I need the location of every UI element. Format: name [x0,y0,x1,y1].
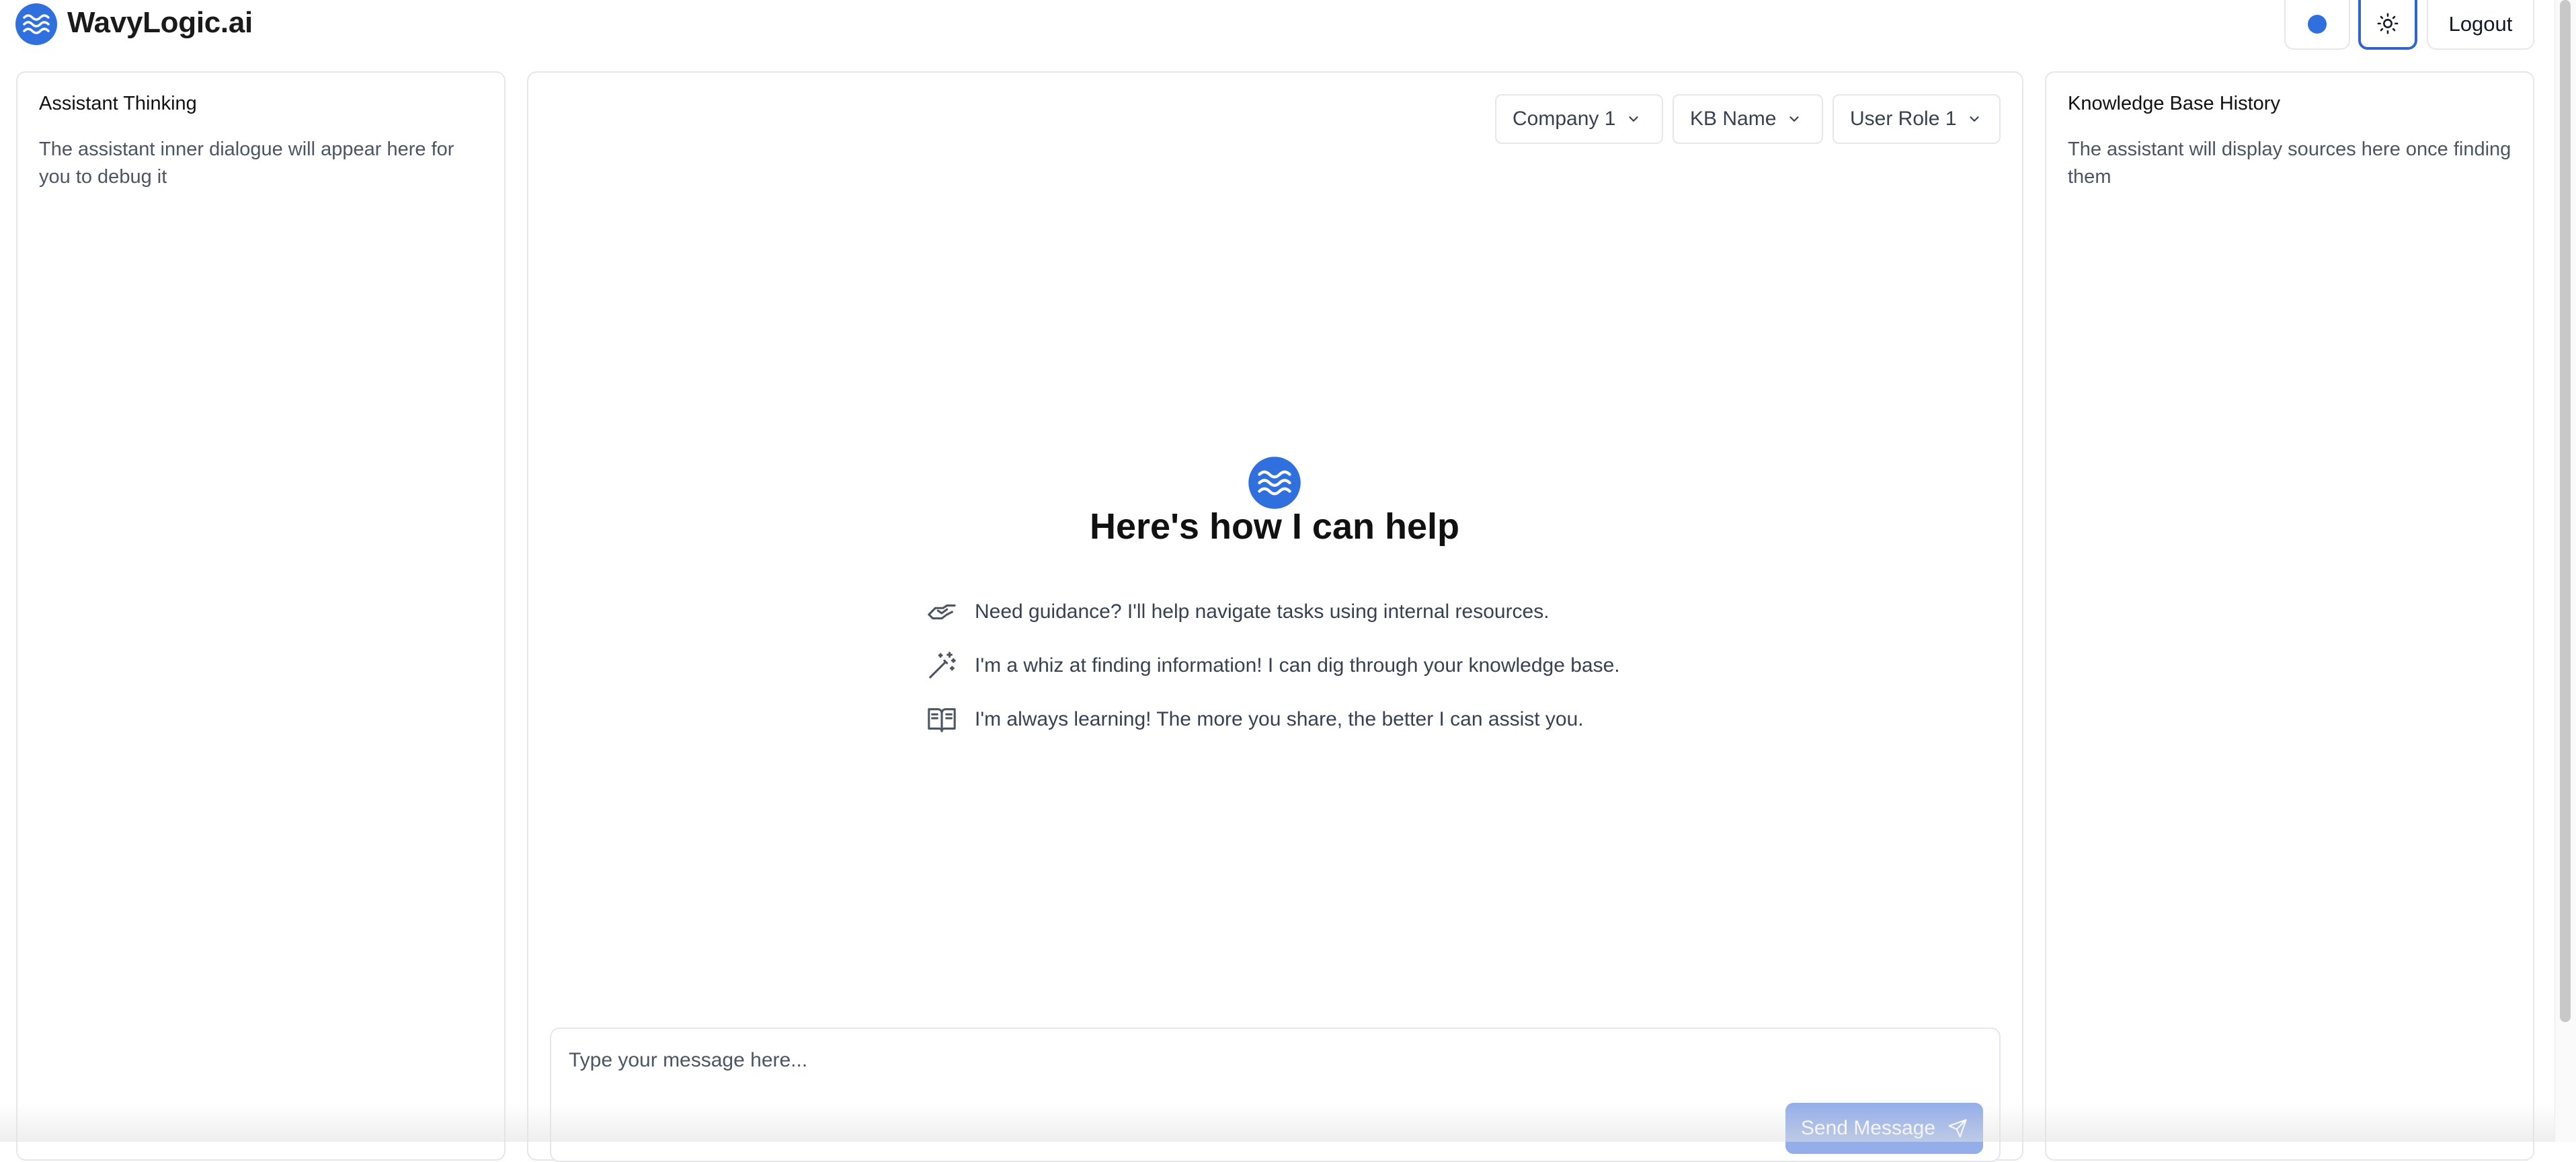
help-item: I'm always learning! The more you share,… [925,699,1584,740]
send-button-label: Send Message [1800,1117,1936,1139]
panel-description: The assistant will display sources here … [2068,139,2511,188]
chevron-down-icon [1967,112,1982,126]
intro-title: Here's how I can help [1090,506,1459,547]
brand-logo-icon [15,3,58,46]
user-role-dropdown-label: User Role 1 [1850,108,1957,130]
company-dropdown[interactable]: Company 1 [1495,94,1663,144]
assistant-logo-icon [1248,456,1301,510]
panel-description: The assistant inner dialogue will appear… [39,139,454,188]
open-book-icon [925,703,959,736]
handshake-icon [925,595,959,629]
help-item: Need guidance? I'll help navigate tasks … [925,592,1549,632]
panel-title: Assistant Thinking [39,93,197,114]
theme-toggle-button[interactable] [2358,0,2417,50]
message-input[interactable] [569,1044,1974,1077]
chevron-down-icon [1787,112,1802,126]
page-scrollbar-thumb[interactable] [2560,0,2571,1022]
help-item-text: I'm a whiz at finding information! I can… [975,654,1620,676]
kb-dropdown[interactable]: KB Name [1673,94,1823,144]
send-icon [1947,1118,1968,1138]
company-dropdown-label: Company 1 [1513,108,1616,130]
panel-title: Knowledge Base History [2068,93,2280,114]
kb-dropdown-label: KB Name [1690,108,1777,130]
logout-button[interactable]: Logout [2427,0,2534,50]
magic-wand-icon [925,649,959,683]
user-role-dropdown[interactable]: User Role 1 [1833,94,2001,144]
knowledge-base-history-panel: Knowledge Base History The assistant wil… [2045,71,2534,1161]
assistant-thinking-panel: Assistant Thinking The assistant inner d… [16,71,506,1161]
status-dot-icon [2308,15,2327,34]
status-button[interactable] [2284,0,2350,50]
brand-name: WavyLogic.ai [67,6,253,39]
sun-icon [2376,12,2399,35]
help-item: I'm a whiz at finding information! I can… [925,646,1620,686]
help-item-text: I'm always learning! The more you share,… [975,708,1584,730]
chevron-down-icon [1626,112,1641,126]
send-message-button[interactable]: Send Message [1785,1103,1983,1154]
help-item-text: Need guidance? I'll help navigate tasks … [975,601,1549,623]
